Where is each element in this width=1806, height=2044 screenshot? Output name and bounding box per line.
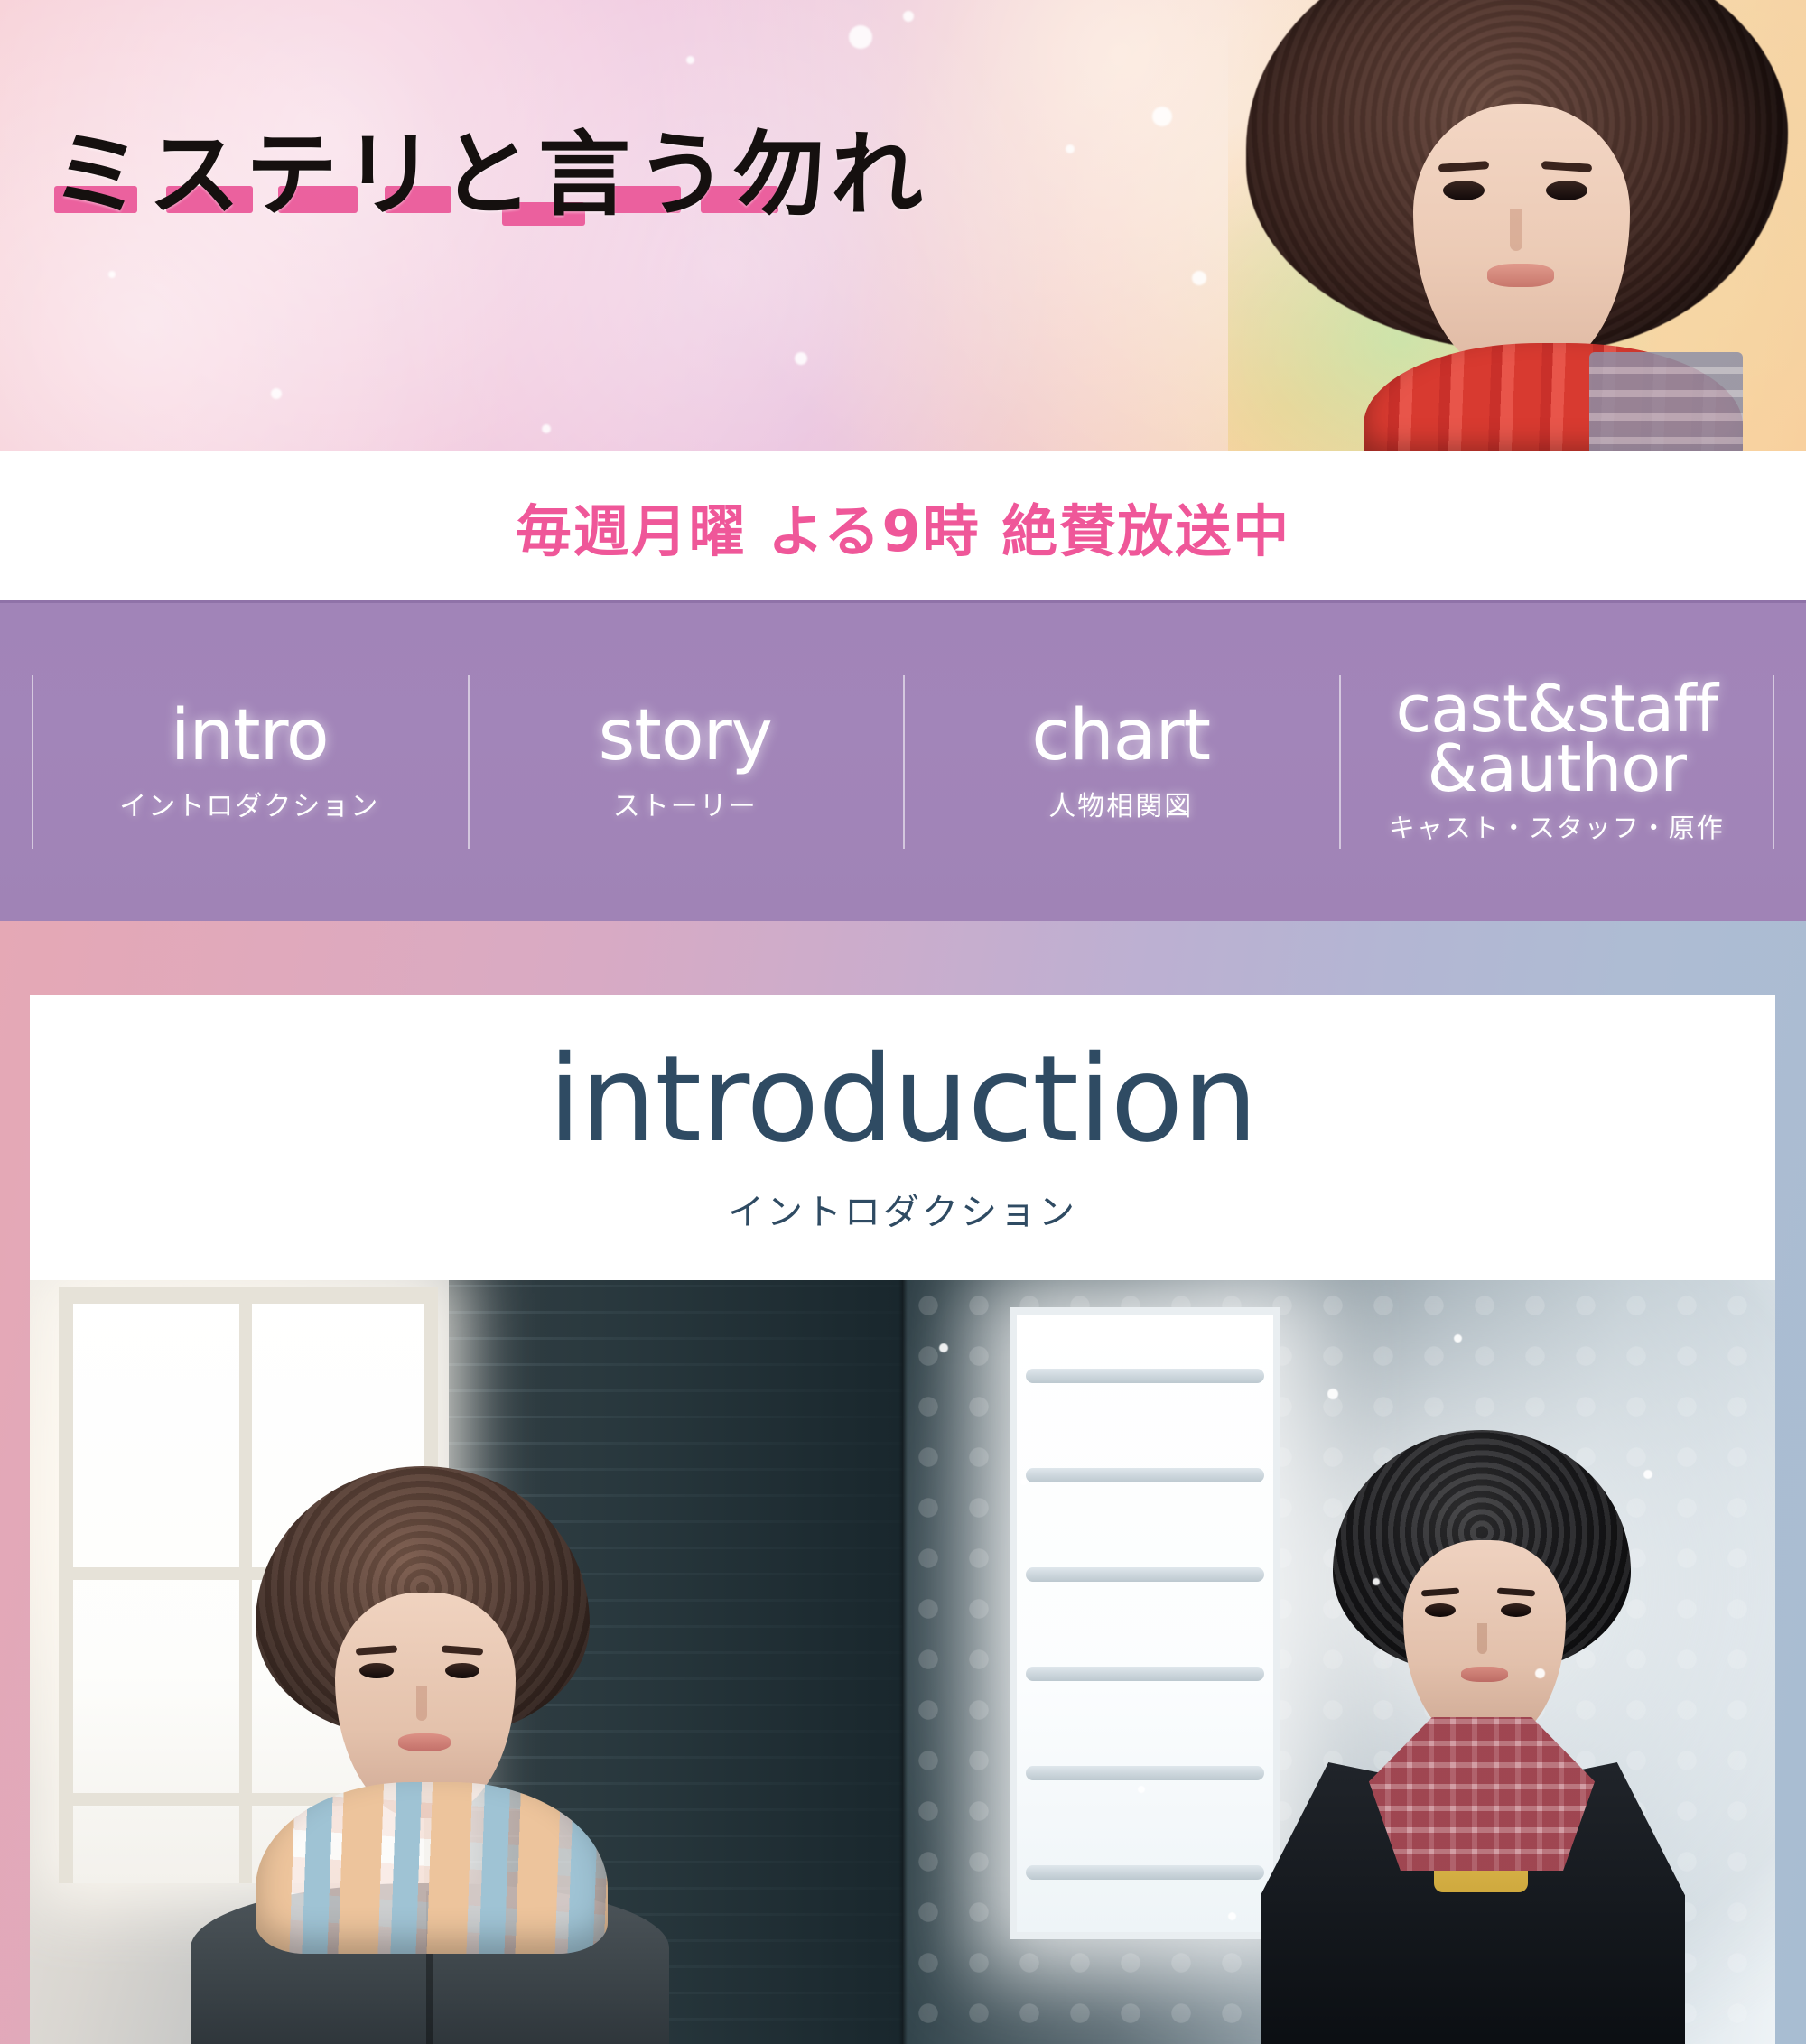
nav-item-chart[interactable]: chart 人物相関図	[903, 672, 1339, 852]
nav-item-story[interactable]: story ストーリー	[467, 672, 904, 852]
nav-item-chart-sublabel: 人物相関図	[1048, 791, 1194, 822]
hero-title-text: ミステリと言う勿れ	[51, 122, 928, 229]
hero-portrait-nose	[1510, 209, 1522, 251]
photo-right-person-eye-left	[1425, 1603, 1456, 1617]
nav-item-intro[interactable]: intro イントロダクション	[32, 672, 468, 852]
page-subtitle: イントロダクション	[728, 1192, 1077, 1233]
main-navigation-list: intro イントロダクション story ストーリー chart 人物相関図 …	[32, 672, 1774, 852]
photo-left-person	[174, 1466, 680, 2044]
nav-item-chart-label: chart	[1031, 695, 1211, 776]
photo-divider	[898, 1280, 908, 2044]
nav-item-cast-staff-author-label-line2: &author	[1427, 730, 1687, 806]
hero-portrait-eye-right	[1546, 181, 1587, 200]
nav-item-story-label: story	[598, 695, 773, 776]
photo-right	[902, 1280, 1775, 2044]
content-area: introduction イントロダクション	[0, 921, 1806, 2044]
photo-left-person-mouth	[398, 1733, 451, 1751]
photo-left-person-nose	[416, 1686, 427, 1721]
nav-item-story-sublabel: ストーリー	[612, 791, 758, 822]
introduction-card: introduction イントロダクション	[30, 995, 1775, 2044]
photo-left	[30, 1280, 903, 2044]
photo-right-person-mouth	[1461, 1667, 1508, 1682]
nav-item-intro-label: intro	[170, 695, 330, 776]
page-root: ミステリと言う勿れ 毎週月曜 よる9時 絶賛放送中 intro イントロダクショ…	[0, 0, 1806, 2044]
main-navigation: intro イントロダクション story ストーリー chart 人物相関図 …	[0, 600, 1806, 921]
broadcast-schedule-text: 毎週月曜 よる9時 絶賛放送中	[515, 497, 1291, 564]
photo-left-person-eye-left	[359, 1663, 394, 1678]
introduction-photo-strip	[30, 1280, 1775, 2044]
hero-title-logo: ミステリと言う勿れ	[51, 117, 923, 235]
hero-portrait-mouth	[1487, 264, 1554, 287]
broadcast-schedule-bar: 毎週月曜 よる9時 絶賛放送中	[0, 451, 1806, 600]
nav-item-cast-staff-author[interactable]: cast&staff &author キャスト・スタッフ・原作	[1338, 672, 1774, 852]
photo-left-person-eye-right	[445, 1663, 479, 1678]
nav-item-cast-staff-author-sublabel: キャスト・スタッフ・原作	[1388, 813, 1725, 844]
nav-item-intro-sublabel: イントロダクション	[119, 791, 380, 822]
photo-left-person-scarf	[256, 1782, 608, 1954]
page-title: introduction	[547, 1030, 1258, 1169]
photo-right-person	[1233, 1430, 1703, 2044]
nav-divider-right	[1773, 675, 1774, 849]
photo-right-person-nose	[1477, 1623, 1487, 1654]
hero-portrait-eye-left	[1443, 181, 1485, 200]
hero-portrait	[1228, 0, 1806, 451]
photo-right-person-eye-right	[1501, 1603, 1531, 1617]
photo-right-person-shirt	[1369, 1717, 1595, 1871]
introduction-header: introduction イントロダクション	[30, 995, 1775, 1280]
hero-banner: ミステリと言う勿れ	[0, 0, 1806, 451]
